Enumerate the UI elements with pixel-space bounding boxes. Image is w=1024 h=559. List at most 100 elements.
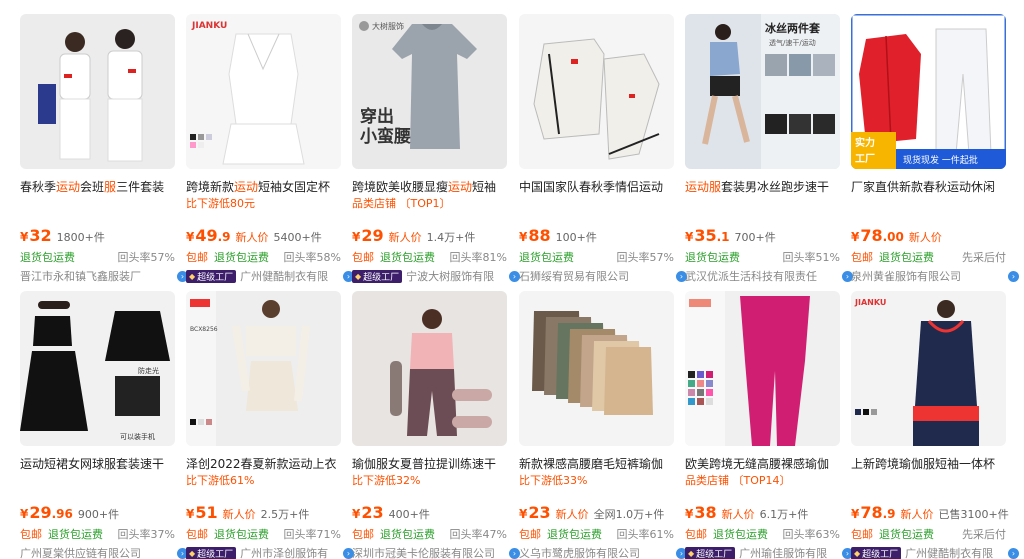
shop-row[interactable]: 深圳市冠美卡伦服装有限公司 › [352, 545, 520, 559]
price-row: ¥38 新人价 6.1万+件 [685, 503, 840, 523]
product-card[interactable]: 冰丝两件套 透气/速干/运动 运动服套装男冰丝跑步速干 ¥35.1 700+件 退货包… [685, 14, 853, 284]
new-user-price-label: 新人价 [235, 231, 269, 244]
shop-name[interactable]: 广州市泽创服饰有 [240, 545, 328, 559]
repeat-rate: 回头率37% [117, 528, 175, 541]
product-title[interactable]: 瑜伽服女夏普拉提训练速干 [352, 455, 507, 473]
sold-count: 5400+件 [273, 231, 322, 244]
product-card[interactable]: 中国国家队春秋季情侣运动 ¥88 100+件 退货包运费 回头率57% 石狮绥宥贸易有限公… [519, 14, 687, 284]
shop-row[interactable]: ◆ 超级工厂 宁波大树服饰有限 › [352, 268, 520, 284]
service-tags: 包邮 退货包运费 回头率61% [519, 526, 674, 542]
svg-text:工厂: 工厂 [855, 153, 875, 165]
product-title[interactable]: 新款裸感高腰磨毛短裤瑜伽 [519, 455, 674, 473]
shop-name[interactable]: 武汉优派生活科技有限责任 [685, 268, 817, 284]
return-shipping-tag: 退货包运费 [20, 251, 75, 264]
product-card[interactable]: 防走光 可以装手机 运动短裙女网球服套装速干 ¥29.96 900+件 包邮 退货包运费 回… [20, 291, 188, 559]
service-tags: 退货包运费 回头率57% [20, 249, 175, 265]
svg-text:小蛮腰: 小蛮腰 [360, 126, 411, 147]
product-image[interactable]: BCX8256 [186, 291, 341, 446]
shop-row[interactable]: 义乌市鹭虎服饰有限公司 › [519, 545, 687, 559]
sold-count: 700+件 [734, 231, 776, 244]
product-title[interactable]: 上新跨境瑜伽服短袖一体杯 [851, 455, 1006, 473]
shop-row[interactable]: 泉州黄雀服饰有限公司 › [851, 268, 1019, 284]
service-tags: 包邮 退货包运费 回头率63% [685, 526, 840, 542]
service-tags: 包邮 退货包运费 先采后付 [851, 249, 1006, 265]
product-image[interactable] [685, 291, 840, 446]
product-image[interactable] [20, 14, 175, 169]
shop-row[interactable]: 晋江市永和镇飞鑫服装厂 › [20, 268, 188, 284]
rank-tag: 〔TOP14〕 [729, 474, 791, 487]
product-card[interactable]: 实力 工厂 现货现发 一件起批 厂家直供新款春秋运动休闲 ¥78.00 新人价 包邮 退货包… [851, 14, 1019, 284]
svg-text:冰丝两件套: 冰丝两件套 [765, 21, 821, 35]
product-subtitle: 品类店铺 〔TOP1〕 [352, 197, 451, 210]
product-card[interactable]: JIANKU 上新跨境瑜伽服短袖一体杯 ¥78.9 新人价 已售3100+件 包邮 退货包… [851, 291, 1019, 559]
shop-name[interactable]: 泉州黄雀服饰有限公司 [851, 268, 961, 284]
product-title[interactable]: 中国国家队春秋季情侣运动 [519, 178, 674, 196]
product-image[interactable]: 冰丝两件套 透气/速干/运动 [685, 14, 840, 169]
product-image[interactable]: 穿出 小蛮腰 大树服饰 [352, 14, 507, 169]
return-shipping-tag: 退货包运费 [214, 528, 269, 541]
rank-tag: 〔TOP1〕 [396, 197, 451, 210]
return-shipping-tag: 退货包运费 [214, 251, 269, 264]
diamond-icon: ◆ [355, 271, 362, 281]
shop-row[interactable]: ◆ 超级工厂 广州健酷制衣有限 › [851, 545, 1019, 559]
repeat-rate: 回头率51% [782, 251, 840, 264]
free-shipping-tag: 包邮 [186, 528, 208, 541]
product-title[interactable]: 泽创2022春夏新款运动上衣 [186, 455, 341, 473]
product-card[interactable]: 瑜伽服女夏普拉提训练速干 比下游低32% ¥23 400+件 包邮 退货包运费 回头率47%… [352, 291, 520, 559]
shop-row[interactable]: 石狮绥宥贸易有限公司 › [519, 268, 687, 284]
product-card[interactable]: JIANKU 跨境新款运动短袖女固定杯 比下游低80元 ¥49.9 新人价 5400+件… [186, 14, 354, 284]
product-title[interactable]: 欧美跨境无缝高腰裸感瑜伽 [685, 455, 840, 473]
product-image[interactable] [352, 291, 507, 446]
product-card[interactable]: 穿出 小蛮腰 大树服饰 跨境欧美收腰显瘦运动短袖 品类店铺 〔TOP1〕 ¥29 新人价… [352, 14, 520, 284]
shop-row[interactable]: 武汉优派生活科技有限责任 › [685, 268, 853, 284]
free-shipping-tag: 包邮 [851, 528, 873, 541]
free-shipping-tag: 包邮 [851, 251, 873, 264]
svg-text:JIANKU: JIANKU [854, 298, 886, 307]
product-card[interactable]: 新款裸感高腰磨毛短裤瑜伽 比下游低33% ¥23 新人价 全网1.0万+件 包邮 退货包运费… [519, 291, 687, 559]
info-icon[interactable]: › [1008, 270, 1019, 282]
repeat-rate: 回头率58% [283, 251, 341, 264]
product-title[interactable]: 厂家直供新款春秋运动休闲 [851, 178, 1006, 196]
price-row: ¥29.96 900+件 [20, 503, 175, 523]
repeat-rate: 回头率47% [449, 528, 507, 541]
product-subtitle [851, 473, 1006, 489]
service-tags: 包邮 退货包运费 回头率71% [186, 526, 341, 542]
new-user-price-label: 新人价 [908, 231, 942, 244]
shop-name[interactable]: 广州瑜佳服饰有限 [739, 545, 827, 559]
shop-name[interactable]: 深圳市冠美卡伦服装有限公司 [352, 545, 495, 559]
super-factory-badge: ◆ 超级工厂 [851, 546, 902, 559]
service-tags: 包邮 退货包运费 回头率47% [352, 526, 507, 542]
price: ¥38 [685, 503, 717, 522]
product-image[interactable]: JIANKU [851, 291, 1006, 446]
product-image[interactable]: 防走光 可以装手机 [20, 291, 175, 446]
shop-name[interactable]: 广州夏棠供应链有限公司 [20, 545, 141, 559]
product-title[interactable]: 春秋季运动会班服三件套装 [20, 178, 175, 196]
product-title[interactable]: 跨境新款运动短袖女固定杯 [186, 178, 341, 196]
svg-text:防走光: 防走光 [138, 366, 159, 375]
shop-row[interactable]: 广州夏棠供应链有限公司 › [20, 545, 188, 559]
product-title[interactable]: 跨境欧美收腰显瘦运动短袖 [352, 178, 507, 196]
product-image[interactable] [519, 291, 674, 446]
svg-text:穿出: 穿出 [360, 106, 394, 127]
svg-text:BCX8256: BCX8256 [190, 326, 218, 333]
product-image[interactable]: 实力 工厂 现货现发 一件起批 [851, 14, 1006, 169]
product-image[interactable] [519, 14, 674, 169]
product-title[interactable]: 运动短裙女网球服套装速干 [20, 455, 175, 473]
shop-name[interactable]: 宁波大树服饰有限 [406, 268, 494, 284]
product-card[interactable]: 春秋季运动会班服三件套装 ¥32 1800+件 退货包运费 回头率57% 晋江市永和镇飞鑫… [20, 14, 188, 284]
info-icon[interactable]: › [1008, 547, 1019, 559]
product-card[interactable]: BCX8256 泽创2022春夏新款运动上衣 比下游低61% ¥51 新人价 2.5万+… [186, 291, 354, 559]
shop-name[interactable]: 广州健酷制衣有限 [240, 268, 328, 284]
shop-name[interactable]: 晋江市永和镇飞鑫服装厂 [20, 268, 141, 284]
product-image[interactable]: JIANKU [186, 14, 341, 169]
product-card[interactable]: 欧美跨境无缝高腰裸感瑜伽 品类店铺 〔TOP14〕 ¥38 新人价 6.1万+件 包邮 退货… [685, 291, 853, 559]
shop-row[interactable]: ◆ 超级工厂 广州市泽创服饰有 › [186, 545, 354, 559]
return-shipping-tag: 退货包运费 [519, 251, 574, 264]
shop-row[interactable]: ◆ 超级工厂 广州瑜佳服饰有限 › [685, 545, 853, 559]
shop-name[interactable]: 广州健酷制衣有限 [905, 545, 993, 559]
svg-text:实力: 实力 [855, 136, 875, 149]
shop-name[interactable]: 石狮绥宥贸易有限公司 [519, 268, 629, 284]
product-title[interactable]: 运动服套装男冰丝跑步速干 [685, 178, 840, 196]
shop-name[interactable]: 义乌市鹭虎服饰有限公司 [519, 545, 640, 559]
shop-row[interactable]: ◆ 超级工厂 广州健酷制衣有限 › [186, 268, 354, 284]
